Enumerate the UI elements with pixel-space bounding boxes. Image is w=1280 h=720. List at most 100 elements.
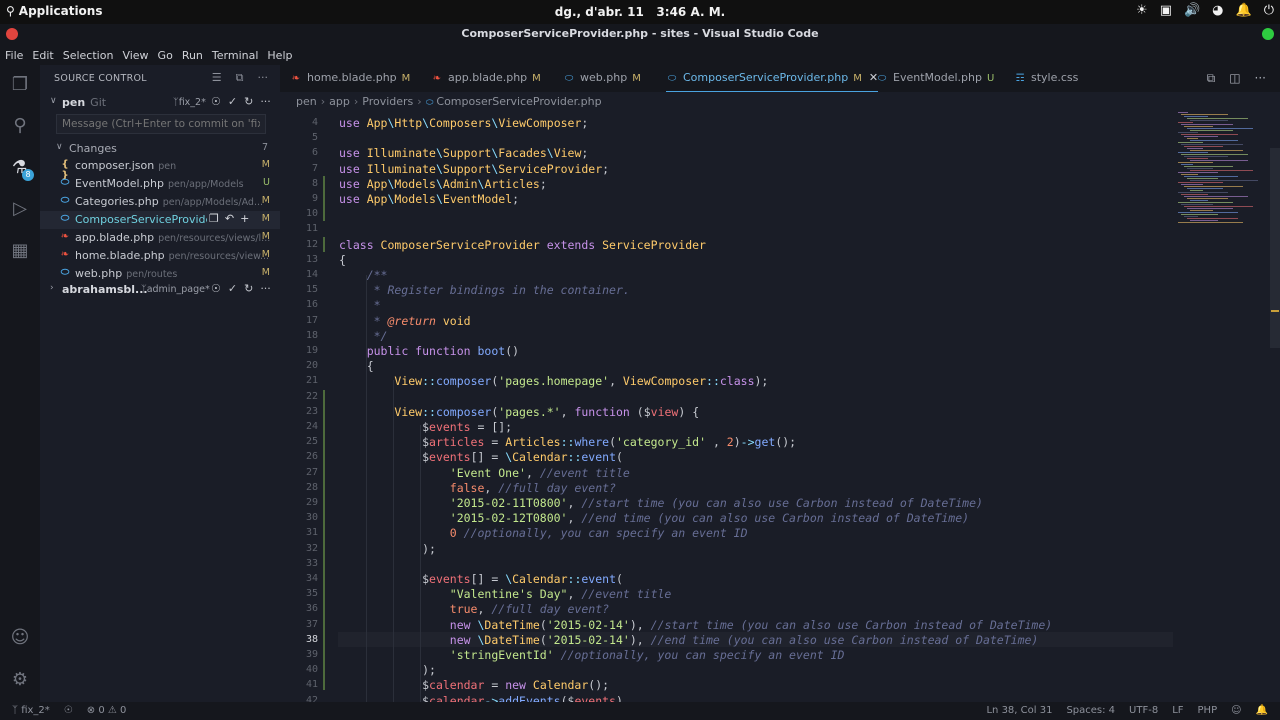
menu-file[interactable]: File [5,49,23,62]
breadcrumb-item[interactable]: Providers [362,95,413,108]
tab-event-model[interactable]: ⬭ EventModel.php U [876,65,995,92]
error-count: 0 [98,705,105,716]
minimap-line [1184,166,1233,167]
settings-gear-icon[interactable]: ⚙ [8,668,32,692]
run-debug-icon[interactable]: ▷ [8,197,32,221]
status-encoding[interactable]: UTF-8 [1129,705,1158,716]
notifications-icon[interactable]: 🔔 [1236,3,1252,18]
search-icon[interactable]: ⚲ [8,114,32,138]
account-icon[interactable]: ☺ [1231,705,1241,716]
source-control-badge: 8 [22,169,34,181]
branch-name: fix_2* [178,97,206,108]
changed-file[interactable]: ⬭ EventModel.php pen/app/Models U [40,175,280,193]
menu-edit[interactable]: Edit [32,49,53,62]
gutter-change-marker [323,390,325,690]
sync-eye-icon[interactable]: ☉ [211,282,221,295]
power-icon[interactable]: ⏻ [1264,3,1274,18]
more-actions-icon[interactable]: ··· [260,95,271,108]
line-number: 5 [311,132,318,144]
status-problems[interactable]: ⊗ 0 ⚠ 0 [87,705,127,716]
changed-file[interactable]: ❧ home.blade.php pen/resources/view... M [40,247,280,265]
refresh-icon[interactable]: ↻ [244,95,253,108]
clock-time[interactable]: 3:46 A. M. [656,5,725,19]
tab-style-css[interactable]: ☶ style.css [1014,65,1079,92]
minimap-line [1178,192,1228,193]
changes-group-header[interactable]: ∨ Changes 7 [40,140,280,157]
vertical-scrollbar[interactable] [1270,148,1280,348]
minimap-line [1184,146,1223,147]
breadcrumb-item[interactable]: ComposerServiceProvider.php [436,95,601,108]
status-indentation[interactable]: Spaces: 4 [1066,705,1115,716]
tab-app-blade[interactable]: ❧ app.blade.php M [431,65,541,92]
system-tray: ☀ ▣ 🔊 ◕ 🔔 ⏻ [1136,3,1274,18]
view-as-list-icon[interactable]: ☰ [212,71,222,85]
menu-help[interactable]: Help [267,49,292,62]
wifi-icon[interactable]: ◕ [1212,3,1223,18]
minimap-line [1178,182,1223,183]
minimap-line [1187,158,1208,159]
tab-web-php[interactable]: ⬭ web.php M [563,65,641,92]
commit-check-icon[interactable]: ✓ [228,282,237,295]
repo-row-pen[interactable]: ∨ pen Git ᛉfix_2* ☉ ✓ ↻ ··· [40,94,280,112]
open-file-icon[interactable]: ❐ [209,212,219,225]
minimap-line [1184,186,1243,187]
status-eol[interactable]: LF [1172,705,1183,716]
php-icon: ⬭ [60,195,70,206]
applications-menu[interactable]: ⚲ Applications [6,4,102,18]
code-editor[interactable]: 4 use App\Http\Composers\ViewComposer; 5 6 u… [280,110,1270,702]
commit-message-input[interactable] [56,114,266,134]
file-path: pen [158,161,177,172]
minimap-line [1184,206,1253,207]
workspace-icon[interactable]: ▣ [1160,3,1172,18]
applications-label: Applications [18,4,103,18]
split-editor-icon[interactable]: ◫ [1229,71,1240,86]
tab-composer-service-provider[interactable]: ⬭ ComposerServiceProvider.php M ✕ [666,65,879,92]
stage-changes-icon[interactable]: + [240,212,249,225]
code-line: "Valentine's Day", //event title [449,587,672,602]
status-language[interactable]: PHP [1198,705,1218,716]
clock-date[interactable]: dg., d'abr. 11 [555,5,644,19]
menu-go[interactable]: Go [158,49,173,62]
minimap[interactable] [1174,110,1270,230]
brightness-icon[interactable]: ☀ [1136,3,1148,18]
status-branch[interactable]: ᛉ fix_2* [12,705,50,716]
commit-check-icon[interactable]: ✓ [228,95,237,108]
sync-eye-icon[interactable]: ☉ [211,95,221,108]
volume-icon[interactable]: 🔊 [1184,3,1200,18]
accounts-icon[interactable]: ☺ [8,626,32,650]
window-maximize-button[interactable] [1262,28,1274,40]
tab-home-blade[interactable]: ❧ home.blade.php M [290,65,411,92]
repo-row-second[interactable]: › abrahamsbl... ᛉadmin_page* ☉ ✓ ↻ ··· [40,281,280,299]
discard-changes-icon[interactable]: ↶ [225,212,234,225]
collapse-all-icon[interactable]: ⧉ [236,71,244,85]
more-actions-icon[interactable]: ··· [258,71,269,85]
code-line: 'Event One', //event title [449,465,630,480]
breadcrumb-item[interactable]: app [329,95,350,108]
open-changes-icon[interactable]: ⧉ [1207,71,1216,86]
repo-branch[interactable]: ᛉfix_2* [173,97,206,108]
changed-file[interactable]: ⬭ Categories.php pen/app/Models/Ad... M [40,193,280,211]
more-actions-icon[interactable]: ··· [1255,71,1266,86]
menu-run[interactable]: Run [182,49,203,62]
tab-status: M [401,73,411,84]
menu-view[interactable]: View [122,49,148,62]
repo-branch[interactable]: ᛉadmin_page* [141,284,210,295]
menu-terminal[interactable]: Terminal [212,49,259,62]
more-actions-icon[interactable]: ··· [260,282,271,295]
refresh-icon[interactable]: ↻ [244,282,253,295]
notifications-icon[interactable]: 🔔 [1256,705,1268,716]
line-number: 7 [311,162,318,174]
status-cursor-position[interactable]: Ln 38, Col 31 [986,705,1052,716]
window-title-bar: ComposerServiceProvider.php - sites - Vi… [0,24,1280,45]
breadcrumb-item[interactable]: pen [296,95,317,108]
minimap-line [1190,210,1213,211]
changed-file[interactable]: { } composer.json pen M [40,157,280,181]
explorer-icon[interactable]: ❐ [8,73,32,97]
extensions-icon[interactable]: ▦ [8,239,32,263]
changed-file[interactable]: ❧ app.blade.php pen/resources/views/l... … [40,229,280,247]
changed-file-selected[interactable]: ⬭ ComposerServiceProvide... ❐ ↶ + M [40,211,280,229]
sync-icon[interactable]: ☉ [64,705,73,716]
source-control-icon[interactable]: ⚗ 8 [8,156,34,181]
scrollbar-marker [1271,310,1279,312]
menu-selection[interactable]: Selection [63,49,114,62]
